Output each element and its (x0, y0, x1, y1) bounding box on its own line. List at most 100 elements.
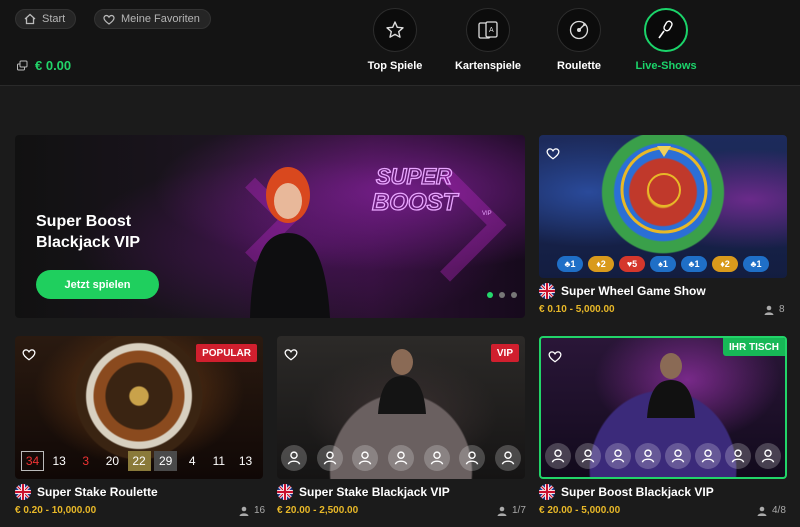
category-label: Top Spiele (367, 60, 423, 72)
recent-number: 4 (188, 454, 196, 468)
category-top-spiele[interactable]: Top Spiele (350, 8, 440, 72)
player-count: 1/7 (497, 505, 526, 516)
recent-number: 34 (21, 451, 44, 471)
player-count-value: 4/8 (772, 505, 786, 516)
bet-chip: ♦2 (588, 256, 614, 272)
seat-icon[interactable] (575, 443, 601, 469)
seat-row (281, 445, 521, 471)
category-label: Roulette (557, 60, 601, 72)
seat-icon[interactable] (725, 443, 751, 469)
game-thumbnail-roulette[interactable]: POPULAR 34 13 3 20 22 29 4 11 13 (15, 336, 263, 479)
favorites-button[interactable]: Meine Favoriten (94, 9, 211, 29)
recent-number: 3 (82, 454, 90, 468)
uk-flag-icon (539, 484, 555, 500)
seat-icon[interactable] (635, 443, 661, 469)
recent-number: 20 (105, 454, 120, 468)
category-kartenspiele[interactable]: A Kartenspiele (443, 8, 533, 72)
favorite-heart-icon[interactable] (548, 350, 562, 363)
balance[interactable]: € 0.00 (17, 58, 71, 73)
seat-icon[interactable] (281, 445, 307, 471)
bet-chip: ♠1 (650, 256, 676, 272)
bet-chip: ♦2 (712, 256, 738, 272)
recent-number: 11 (212, 454, 226, 468)
user-icon (497, 506, 507, 516)
user-icon (764, 305, 774, 315)
svg-text:BOOST: BOOST (372, 189, 460, 216)
game-price-range: € 0.10 - 5,000.00 (539, 304, 615, 315)
seat-icon[interactable] (755, 443, 781, 469)
seat-icon[interactable] (545, 443, 571, 469)
category-label: Kartenspiele (454, 60, 522, 72)
bet-chip: ♣1 (743, 256, 769, 272)
category-live-shows[interactable]: Live-Shows (621, 8, 711, 72)
seat-icon[interactable] (352, 445, 379, 471)
svg-text:SUPER: SUPER (376, 164, 452, 189)
game-title-row[interactable]: Super Stake Roulette (15, 484, 158, 500)
seat-icon[interactable] (387, 445, 414, 471)
game-price-range: € 20.00 - 2,500.00 (277, 505, 359, 516)
recent-number: 22 (127, 451, 151, 471)
recent-numbers-row: 34 13 3 20 22 29 4 11 13 (21, 451, 257, 471)
vip-badge: VIP (490, 344, 519, 362)
svg-text:VIP: VIP (482, 211, 492, 217)
seat-icon[interactable] (423, 445, 450, 471)
recent-number: 29 (154, 451, 178, 471)
uk-flag-icon (15, 484, 31, 500)
game-title: Super Stake Roulette (37, 485, 158, 499)
hero-banner[interactable]: SUPER BOOST VIP Super Boost Blackjack VI… (15, 135, 525, 318)
start-label: Start (42, 13, 66, 25)
star-icon (373, 8, 417, 52)
player-count-value: 8 (779, 304, 785, 315)
carousel-dot[interactable] (511, 292, 517, 298)
roulette-icon (557, 8, 601, 52)
start-button[interactable]: Start (15, 9, 77, 29)
seat-row (545, 443, 781, 469)
recent-number: 13 (238, 454, 253, 468)
cards-icon: A (466, 8, 510, 52)
player-count: 16 (239, 505, 265, 516)
prize-wheel (620, 146, 708, 234)
favorite-heart-icon[interactable] (546, 147, 560, 160)
carousel-dot[interactable] (487, 292, 493, 298)
game-thumbnail-super-boost-blackjack[interactable]: IHR TISCH (539, 336, 787, 479)
player-count: 8 (764, 304, 785, 315)
coins-icon (17, 60, 28, 71)
seat-icon[interactable] (605, 443, 631, 469)
uk-flag-icon (277, 484, 293, 500)
game-price-range: € 0.20 - 10,000.00 (15, 505, 97, 516)
bet-chip: ♥5 (619, 256, 645, 272)
player-count: 4/8 (757, 505, 786, 516)
play-now-button[interactable]: Jetzt spielen (36, 270, 159, 299)
dealer-figure (378, 349, 426, 414)
seat-icon[interactable] (459, 445, 486, 471)
category-label: Live-Shows (635, 60, 697, 72)
dealer-figure (647, 353, 695, 418)
carousel-dots (487, 292, 517, 298)
game-thumbnail-super-stake-blackjack[interactable]: VIP (277, 336, 525, 479)
seat-icon[interactable] (665, 443, 691, 469)
seat-icon[interactable] (494, 445, 521, 471)
favorite-heart-icon[interactable] (284, 348, 298, 361)
game-title: Super Wheel Game Show (561, 284, 706, 298)
seat-icon[interactable] (316, 445, 343, 471)
game-title-row[interactable]: Super Stake Blackjack VIP (277, 484, 450, 500)
bet-chip-row: ♣1 ♦2 ♥5 ♠1 ♣1 ♦2 ♣1 (539, 256, 787, 272)
game-title-row[interactable]: Super Wheel Game Show (539, 283, 706, 299)
game-title: Super Stake Blackjack VIP (299, 485, 450, 499)
hero-title: Super Boost Blackjack VIP (36, 213, 141, 251)
game-thumbnail-super-wheel[interactable]: ♣1 ♦2 ♥5 ♠1 ♣1 ♦2 ♣1 (539, 135, 787, 278)
category-roulette[interactable]: Roulette (534, 8, 624, 72)
seat-icon[interactable] (695, 443, 721, 469)
bet-chip: ♣1 (681, 256, 707, 272)
favorite-heart-icon[interactable] (22, 348, 36, 361)
balance-amount: € 0.00 (35, 58, 72, 73)
carousel-dot[interactable] (499, 292, 505, 298)
bet-chip: ♣1 (557, 256, 583, 272)
top-bar: Start Meine Favoriten € 0.00 Top Spiele … (0, 0, 800, 86)
game-title-row[interactable]: Super Boost Blackjack VIP (539, 484, 714, 500)
favorites-label: Meine Favoriten (121, 13, 200, 25)
game-price-range: € 20.00 - 5,000.00 (539, 505, 621, 516)
dealer-figure (250, 167, 330, 318)
svg-text:A: A (489, 27, 494, 34)
heart-icon (103, 14, 115, 25)
